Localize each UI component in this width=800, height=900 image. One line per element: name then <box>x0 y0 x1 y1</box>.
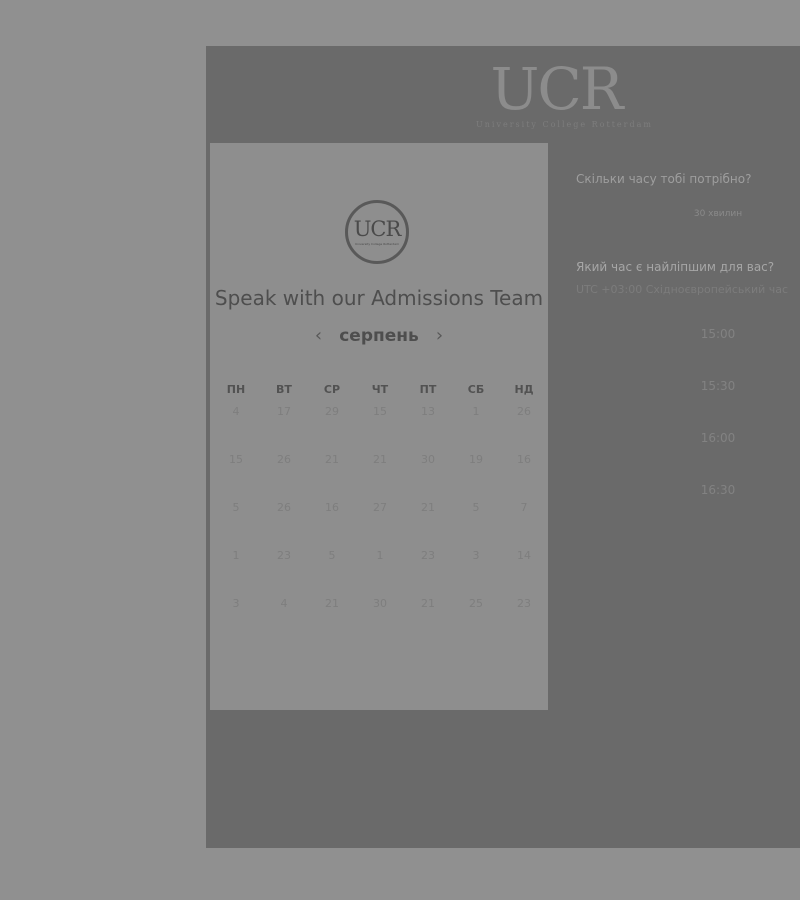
time-question: Який час є найліпшим для вас? <box>576 260 775 274</box>
weekday-header: ПН <box>226 383 246 396</box>
calendar-day[interactable]: 26 <box>260 450 308 498</box>
calendar-day[interactable]: 21 <box>308 594 356 642</box>
calendar-day[interactable]: 23 <box>500 594 548 642</box>
calendar-day[interactable]: 30 <box>404 450 452 498</box>
month-label: серпень <box>339 325 419 346</box>
weekday-header: НД <box>514 383 534 396</box>
calendar-grid: ПН ВТ СР ЧТ ПТ СБ НД 4 17 29 15 13 1 26 15 26 21 21 30 19 16… <box>212 378 548 642</box>
weekday-header: СБ <box>467 383 485 396</box>
calendar-day[interactable]: 15 <box>212 450 260 498</box>
duration-question: Скільки часу тобі потрібно? <box>576 172 752 186</box>
card-title: Speak with our Admissions Team <box>214 286 544 310</box>
calendar-day[interactable]: 27 <box>356 498 404 546</box>
card-logo-subtitle: University College Rotterdam <box>354 242 400 246</box>
booking-modal: UCR University College Rotterdam UCR Uni… <box>206 46 800 848</box>
calendar-day[interactable]: 21 <box>404 498 452 546</box>
calendar-day[interactable]: 3 <box>212 594 260 642</box>
calendar-day[interactable]: 5 <box>308 546 356 594</box>
calendar-day[interactable]: 1 <box>212 546 260 594</box>
calendar-day[interactable]: 3 <box>452 546 500 594</box>
calendar-day[interactable]: 7 <box>500 498 548 546</box>
weekday-header: ВТ <box>276 383 292 396</box>
header-logo-text: UCR <box>490 55 624 123</box>
header-logo-subtitle: University College Rotterdam <box>476 120 653 129</box>
duration-option[interactable]: 30 хвилин <box>576 209 800 219</box>
calendar-day[interactable]: 21 <box>356 450 404 498</box>
calendar-day[interactable]: 23 <box>260 546 308 594</box>
calendar-day[interactable]: 26 <box>260 498 308 546</box>
calendar-card: UCR University College Rotterdam Speak w… <box>210 143 548 710</box>
calendar-day[interactable]: 14 <box>500 546 548 594</box>
weekday-header: ЧТ <box>371 383 389 396</box>
calendar-day[interactable]: 23 <box>404 546 452 594</box>
calendar-day[interactable]: 5 <box>452 498 500 546</box>
calendar-day[interactable]: 21 <box>308 450 356 498</box>
time-slot[interactable]: 15:30 <box>576 376 800 428</box>
calendar-day[interactable]: 15 <box>356 402 404 450</box>
time-slot[interactable]: 15:00 <box>576 324 800 376</box>
weekday-header: ПТ <box>419 383 437 396</box>
timezone-selector[interactable]: UTC +03:00 Східноєвропейський час <box>576 283 788 296</box>
calendar-day[interactable]: 4 <box>260 594 308 642</box>
time-slot[interactable]: 16:30 <box>576 480 800 532</box>
calendar-day[interactable]: 17 <box>260 402 308 450</box>
month-navigator: ‹ серпень › <box>210 325 548 346</box>
time-slot-list: 15:00 15:30 16:00 16:30 <box>576 324 800 532</box>
calendar-day[interactable]: 30 <box>356 594 404 642</box>
card-logo-text: UCR <box>353 217 402 241</box>
calendar-day[interactable]: 26 <box>500 402 548 450</box>
calendar-day[interactable]: 5 <box>212 498 260 546</box>
calendar-day[interactable]: 1 <box>452 402 500 450</box>
calendar-day[interactable]: 29 <box>308 402 356 450</box>
header-logo: UCR University College Rotterdam <box>476 55 653 130</box>
card-logo: UCR University College Rotterdam <box>345 200 409 264</box>
calendar-day[interactable]: 25 <box>452 594 500 642</box>
chevron-left-icon[interactable]: ‹ <box>303 325 334 346</box>
calendar-day[interactable]: 13 <box>404 402 452 450</box>
calendar-day[interactable]: 4 <box>212 402 260 450</box>
time-slot[interactable]: 16:00 <box>576 428 800 480</box>
calendar-day[interactable]: 19 <box>452 450 500 498</box>
calendar-day[interactable]: 21 <box>404 594 452 642</box>
chevron-right-icon[interactable]: › <box>424 325 455 346</box>
calendar-day[interactable]: 1 <box>356 546 404 594</box>
weekday-header: СР <box>323 383 341 396</box>
calendar-day[interactable]: 16 <box>308 498 356 546</box>
calendar-day[interactable]: 16 <box>500 450 548 498</box>
